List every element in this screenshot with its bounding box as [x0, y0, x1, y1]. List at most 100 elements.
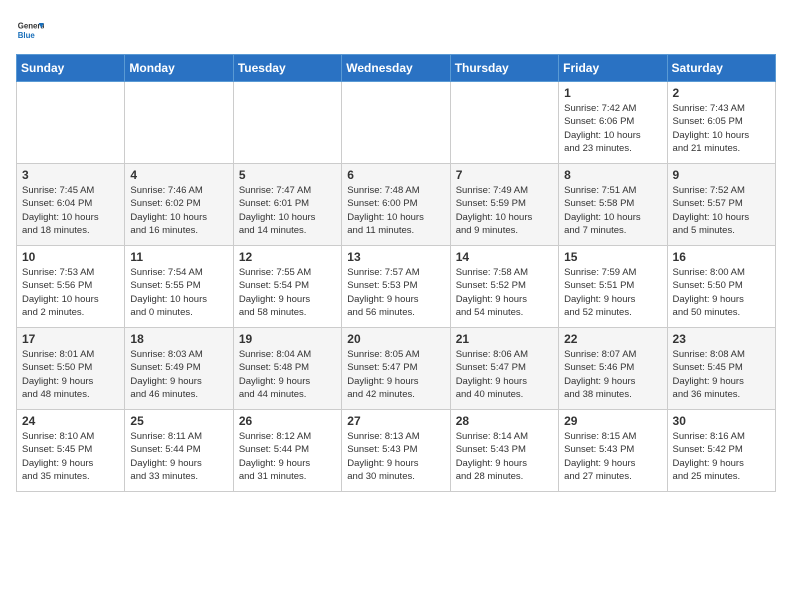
- weekday-header-sunday: Sunday: [17, 55, 125, 82]
- header: General Blue: [16, 16, 776, 44]
- day-number: 19: [239, 332, 336, 346]
- calendar-cell: 1 Sunrise: 7:42 AM Sunset: 6:06 PM Daylig…: [559, 82, 667, 164]
- day-number: 21: [456, 332, 553, 346]
- calendar-cell: 14 Sunrise: 7:58 AM Sunset: 5:52 PM Dayli…: [450, 246, 558, 328]
- calendar-cell: 13Sunrise: 7:57 AM Sunset: 5:53 PM Dayli…: [342, 246, 450, 328]
- logo-icon: General Blue: [16, 16, 44, 44]
- day-content: Sunrise: 8:04 AM Sunset: 5:48 PM Dayligh…: [239, 348, 336, 401]
- calendar-header: SundayMondayTuesdayWednesdayThursdayFrid…: [17, 55, 776, 82]
- calendar-cell: 5 Sunrise: 7:47 AM Sunset: 6:01 PM Daylig…: [233, 164, 341, 246]
- calendar-cell: 3 Sunrise: 7:45 AM Sunset: 6:04 PM Daylig…: [17, 164, 125, 246]
- day-number: 15: [564, 250, 661, 264]
- day-number: 5: [239, 168, 336, 182]
- day-content: Sunrise: 7:58 AM Sunset: 5:52 PM Dayligh…: [456, 266, 553, 319]
- day-content: Sunrise: 7:43 AM Sunset: 6:05 PM Dayligh…: [673, 102, 770, 155]
- day-number: 8: [564, 168, 661, 182]
- weekday-header-wednesday: Wednesday: [342, 55, 450, 82]
- day-number: 10: [22, 250, 119, 264]
- day-content: Sunrise: 7:45 AM Sunset: 6:04 PM Dayligh…: [22, 184, 119, 237]
- calendar-cell: 16 Sunrise: 8:00 AM Sunset: 5:50 PM Dayli…: [667, 246, 775, 328]
- day-number: 27: [347, 414, 444, 428]
- calendar-cell: 2 Sunrise: 7:43 AM Sunset: 6:05 PM Daylig…: [667, 82, 775, 164]
- day-content: Sunrise: 8:07 AM Sunset: 5:46 PM Dayligh…: [564, 348, 661, 401]
- calendar-cell: 6 Sunrise: 7:48 AM Sunset: 6:00 PM Daylig…: [342, 164, 450, 246]
- day-content: Sunrise: 7:55 AM Sunset: 5:54 PM Dayligh…: [239, 266, 336, 319]
- day-number: 11: [130, 250, 227, 264]
- day-number: 30: [673, 414, 770, 428]
- weekday-header-thursday: Thursday: [450, 55, 558, 82]
- calendar-week-3: 10Sunrise: 7:53 AM Sunset: 5:56 PM Dayli…: [17, 246, 776, 328]
- day-content: Sunrise: 7:59 AM Sunset: 5:51 PM Dayligh…: [564, 266, 661, 319]
- day-number: 17: [22, 332, 119, 346]
- weekday-header-monday: Monday: [125, 55, 233, 82]
- day-content: Sunrise: 8:03 AM Sunset: 5:49 PM Dayligh…: [130, 348, 227, 401]
- day-number: 1: [564, 86, 661, 100]
- calendar-week-2: 3 Sunrise: 7:45 AM Sunset: 6:04 PM Daylig…: [17, 164, 776, 246]
- calendar-cell: [125, 82, 233, 164]
- calendar-cell: 18Sunrise: 8:03 AM Sunset: 5:49 PM Dayli…: [125, 328, 233, 410]
- svg-text:Blue: Blue: [18, 31, 36, 40]
- weekday-header-saturday: Saturday: [667, 55, 775, 82]
- calendar-cell: 20Sunrise: 8:05 AM Sunset: 5:47 PM Dayli…: [342, 328, 450, 410]
- day-number: 6: [347, 168, 444, 182]
- day-number: 2: [673, 86, 770, 100]
- calendar-cell: 15 Sunrise: 7:59 AM Sunset: 5:51 PM Dayli…: [559, 246, 667, 328]
- day-number: 22: [564, 332, 661, 346]
- calendar-cell: 29 Sunrise: 8:15 AM Sunset: 5:43 PM Dayli…: [559, 410, 667, 492]
- day-number: 25: [130, 414, 227, 428]
- calendar-cell: 30 Sunrise: 8:16 AM Sunset: 5:42 PM Dayli…: [667, 410, 775, 492]
- day-content: Sunrise: 7:46 AM Sunset: 6:02 PM Dayligh…: [130, 184, 227, 237]
- calendar-cell: 4 Sunrise: 7:46 AM Sunset: 6:02 PM Daylig…: [125, 164, 233, 246]
- day-number: 3: [22, 168, 119, 182]
- day-content: Sunrise: 7:47 AM Sunset: 6:01 PM Dayligh…: [239, 184, 336, 237]
- day-number: 13: [347, 250, 444, 264]
- day-content: Sunrise: 7:49 AM Sunset: 5:59 PM Dayligh…: [456, 184, 553, 237]
- calendar-cell: 17 Sunrise: 8:01 AM Sunset: 5:50 PM Dayli…: [17, 328, 125, 410]
- calendar-cell: 24 Sunrise: 8:10 AM Sunset: 5:45 PM Dayli…: [17, 410, 125, 492]
- day-content: Sunrise: 8:15 AM Sunset: 5:43 PM Dayligh…: [564, 430, 661, 483]
- calendar-body: 1 Sunrise: 7:42 AM Sunset: 6:06 PM Daylig…: [17, 82, 776, 492]
- day-content: Sunrise: 8:10 AM Sunset: 5:45 PM Dayligh…: [22, 430, 119, 483]
- day-content: Sunrise: 7:52 AM Sunset: 5:57 PM Dayligh…: [673, 184, 770, 237]
- day-number: 26: [239, 414, 336, 428]
- calendar-cell: 11 Sunrise: 7:54 AM Sunset: 5:55 PM Dayli…: [125, 246, 233, 328]
- day-number: 12: [239, 250, 336, 264]
- calendar-cell: [450, 82, 558, 164]
- day-content: Sunrise: 8:08 AM Sunset: 5:45 PM Dayligh…: [673, 348, 770, 401]
- calendar-cell: 22 Sunrise: 8:07 AM Sunset: 5:46 PM Dayli…: [559, 328, 667, 410]
- day-content: Sunrise: 8:11 AM Sunset: 5:44 PM Dayligh…: [130, 430, 227, 483]
- calendar-cell: 21 Sunrise: 8:06 AM Sunset: 5:47 PM Dayli…: [450, 328, 558, 410]
- day-content: Sunrise: 7:54 AM Sunset: 5:55 PM Dayligh…: [130, 266, 227, 319]
- calendar-week-4: 17 Sunrise: 8:01 AM Sunset: 5:50 PM Dayli…: [17, 328, 776, 410]
- calendar-cell: 28 Sunrise: 8:14 AM Sunset: 5:43 PM Dayli…: [450, 410, 558, 492]
- day-content: Sunrise: 8:01 AM Sunset: 5:50 PM Dayligh…: [22, 348, 119, 401]
- calendar-cell: 25 Sunrise: 8:11 AM Sunset: 5:44 PM Dayli…: [125, 410, 233, 492]
- day-number: 14: [456, 250, 553, 264]
- day-number: 24: [22, 414, 119, 428]
- calendar-cell: 26 Sunrise: 8:12 AM Sunset: 5:44 PM Dayli…: [233, 410, 341, 492]
- day-content: Sunrise: 8:16 AM Sunset: 5:42 PM Dayligh…: [673, 430, 770, 483]
- calendar-cell: 23Sunrise: 8:08 AM Sunset: 5:45 PM Dayli…: [667, 328, 775, 410]
- day-content: Sunrise: 8:06 AM Sunset: 5:47 PM Dayligh…: [456, 348, 553, 401]
- day-content: Sunrise: 8:14 AM Sunset: 5:43 PM Dayligh…: [456, 430, 553, 483]
- logo: General Blue: [16, 16, 44, 44]
- calendar-cell: 8Sunrise: 7:51 AM Sunset: 5:58 PM Daylig…: [559, 164, 667, 246]
- calendar-cell: 10Sunrise: 7:53 AM Sunset: 5:56 PM Dayli…: [17, 246, 125, 328]
- day-number: 9: [673, 168, 770, 182]
- day-number: 16: [673, 250, 770, 264]
- calendar-cell: 12 Sunrise: 7:55 AM Sunset: 5:54 PM Dayli…: [233, 246, 341, 328]
- weekday-header-tuesday: Tuesday: [233, 55, 341, 82]
- calendar-cell: 7Sunrise: 7:49 AM Sunset: 5:59 PM Daylig…: [450, 164, 558, 246]
- calendar-cell: 9 Sunrise: 7:52 AM Sunset: 5:57 PM Daylig…: [667, 164, 775, 246]
- day-number: 28: [456, 414, 553, 428]
- calendar-cell: 19 Sunrise: 8:04 AM Sunset: 5:48 PM Dayli…: [233, 328, 341, 410]
- day-number: 4: [130, 168, 227, 182]
- day-content: Sunrise: 7:48 AM Sunset: 6:00 PM Dayligh…: [347, 184, 444, 237]
- calendar-week-5: 24 Sunrise: 8:10 AM Sunset: 5:45 PM Dayli…: [17, 410, 776, 492]
- weekday-header-friday: Friday: [559, 55, 667, 82]
- day-content: Sunrise: 7:42 AM Sunset: 6:06 PM Dayligh…: [564, 102, 661, 155]
- day-number: 29: [564, 414, 661, 428]
- day-number: 20: [347, 332, 444, 346]
- day-content: Sunrise: 8:00 AM Sunset: 5:50 PM Dayligh…: [673, 266, 770, 319]
- day-content: Sunrise: 8:12 AM Sunset: 5:44 PM Dayligh…: [239, 430, 336, 483]
